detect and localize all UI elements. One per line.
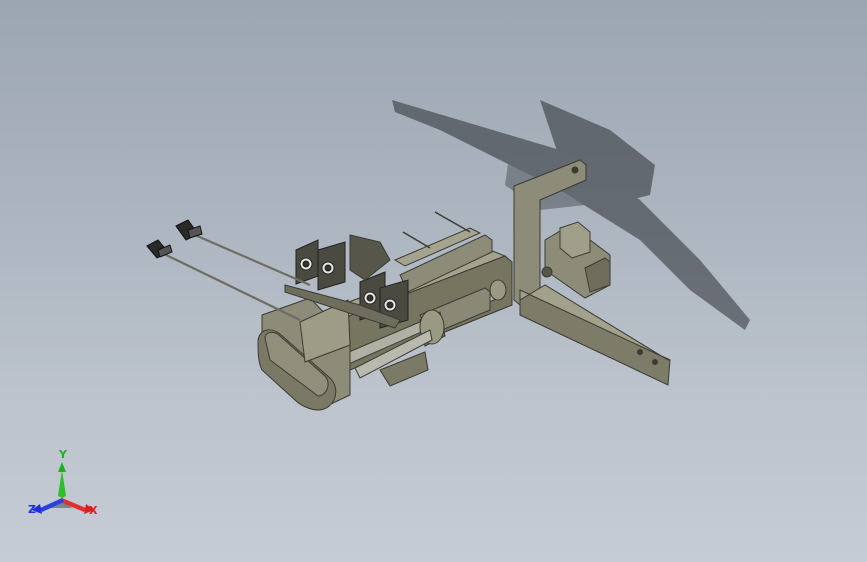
sensor-head-1[interactable] (295, 239, 319, 285)
pillow-block[interactable] (541, 221, 611, 299)
y-axis-arrow (58, 470, 66, 498)
graphics-viewport[interactable]: Y Z X (0, 0, 867, 562)
sensor-head-2[interactable] (317, 241, 346, 291)
servo-motor[interactable] (257, 297, 351, 411)
z-axis-label: Z (28, 503, 36, 516)
cad-model-scene[interactable] (0, 0, 867, 562)
y-axis-label: Y (59, 448, 67, 461)
x-axis-label: X (89, 504, 98, 517)
view-orientation-triad[interactable]: Y Z X (26, 448, 102, 520)
